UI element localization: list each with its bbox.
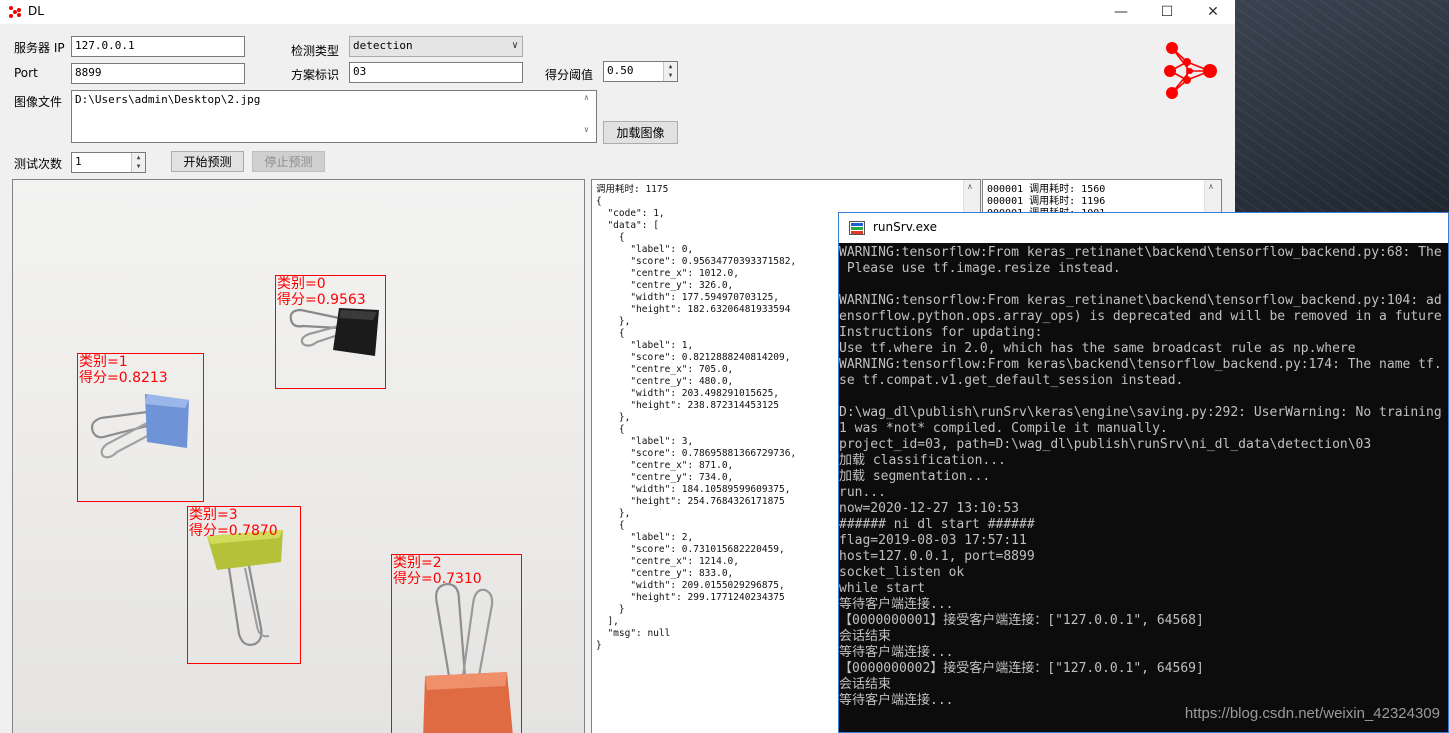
console-title: runSrv.exe <box>873 220 937 234</box>
detection-class: 类别=3 <box>189 507 238 523</box>
start-predict-button[interactable]: 开始预测 <box>171 151 244 172</box>
image-file-label: 图像文件 <box>14 95 63 109</box>
app-icon <box>9 6 21 18</box>
console-window: runSrv.exe WARNING:tensorflow:From keras… <box>838 212 1449 733</box>
detection-label: 类别=2 得分=0.7310 <box>393 555 482 587</box>
detection-box: 类别=2 得分=0.7310 <box>391 554 522 733</box>
score-threshold-label: 得分阈值 <box>545 68 594 82</box>
detection-score: 得分=0.9563 <box>277 292 366 308</box>
detection-label: 类别=0 得分=0.9563 <box>277 276 366 308</box>
detection-label: 类别=1 得分=0.8213 <box>79 354 168 386</box>
neural-net-logo <box>1164 42 1217 99</box>
chevron-up-icon[interactable]: ∧ <box>967 182 973 191</box>
chevron-up-icon[interactable]: ∧ <box>1208 182 1214 191</box>
server-ip-input[interactable]: 127.0.0.1 <box>71 36 245 57</box>
detection-box: 类别=3 得分=0.7870 <box>187 506 301 664</box>
scheme-input[interactable]: 03 <box>349 62 523 83</box>
window-title: DL <box>28 4 44 18</box>
detection-class: 类别=0 <box>277 276 326 292</box>
spin-up-icon[interactable]: ▲ <box>664 62 677 71</box>
minimize-button[interactable]: — <box>1098 0 1144 24</box>
stop-predict-button: 停止预测 <box>252 151 325 172</box>
detect-type-value: detection <box>353 39 413 52</box>
detection-score: 得分=0.7310 <box>393 571 482 587</box>
port-label: Port <box>14 66 38 80</box>
chevron-up-icon[interactable]: ∧ <box>584 93 589 102</box>
test-count-value: 1 <box>75 155 82 168</box>
detection-class: 类别=1 <box>79 354 128 370</box>
server-ip-label: 服务器 IP <box>14 41 65 55</box>
image-file-input[interactable]: D:\Users\admin\Desktop\2.jpg ∧ ∨ <box>71 90 597 143</box>
close-button[interactable]: ✕ <box>1190 0 1235 24</box>
detection-box: 类别=0 得分=0.9563 <box>275 275 386 389</box>
scheme-label: 方案标识 <box>291 68 340 82</box>
spin-down-icon[interactable]: ▼ <box>664 71 677 80</box>
spin-down-icon[interactable]: ▼ <box>132 162 145 171</box>
test-count-label: 测试次数 <box>14 157 63 171</box>
chevron-down-icon: ∨ <box>511 40 518 51</box>
test-count-spinner[interactable]: 1 ▲ ▼ <box>71 152 146 173</box>
json-output-text: 调用耗时: 1175 { "code": 1, "data": [ { "lab… <box>596 184 797 651</box>
chevron-down-icon[interactable]: ∨ <box>584 125 589 134</box>
score-threshold-spinner[interactable]: 0.50 ▲ ▼ <box>603 61 678 82</box>
image-file-scrollbar[interactable]: ∧ ∨ <box>582 91 596 142</box>
detection-box: 类别=1 得分=0.8213 <box>77 353 204 502</box>
spinner-buttons[interactable]: ▲ ▼ <box>663 62 677 81</box>
spinner-buttons[interactable]: ▲ ▼ <box>131 153 145 172</box>
detection-label: 类别=3 得分=0.7870 <box>189 507 278 539</box>
detection-score: 得分=0.7870 <box>189 523 278 539</box>
detection-score: 得分=0.8213 <box>79 370 168 386</box>
spin-up-icon[interactable]: ▲ <box>132 153 145 162</box>
console-output: WARNING:tensorflow:From keras_retinanet\… <box>839 245 1442 708</box>
detection-class: 类别=2 <box>393 555 442 571</box>
image-file-path: D:\Users\admin\Desktop\2.jpg <box>75 93 261 106</box>
image-viewer: 类别=0 得分=0.9563 类别=1 得分=0.8213 类别=3 得分=0.… <box>12 179 585 733</box>
maximize-button[interactable]: ☐ <box>1144 0 1190 24</box>
console-app-icon <box>849 221 865 235</box>
console-title-bar: runSrv.exe <box>839 213 1448 243</box>
title-bar: DL — ☐ ✕ <box>0 0 1235 24</box>
detect-type-select[interactable]: detection ∨ <box>349 36 523 57</box>
detect-type-label: 检测类型 <box>291 44 340 58</box>
load-image-button[interactable]: 加载图像 <box>603 121 678 144</box>
watermark-text: https://blog.csdn.net/weixin_42324309 <box>1184 705 1440 722</box>
port-input[interactable]: 8899 <box>71 63 245 84</box>
score-threshold-value: 0.50 <box>607 64 634 77</box>
